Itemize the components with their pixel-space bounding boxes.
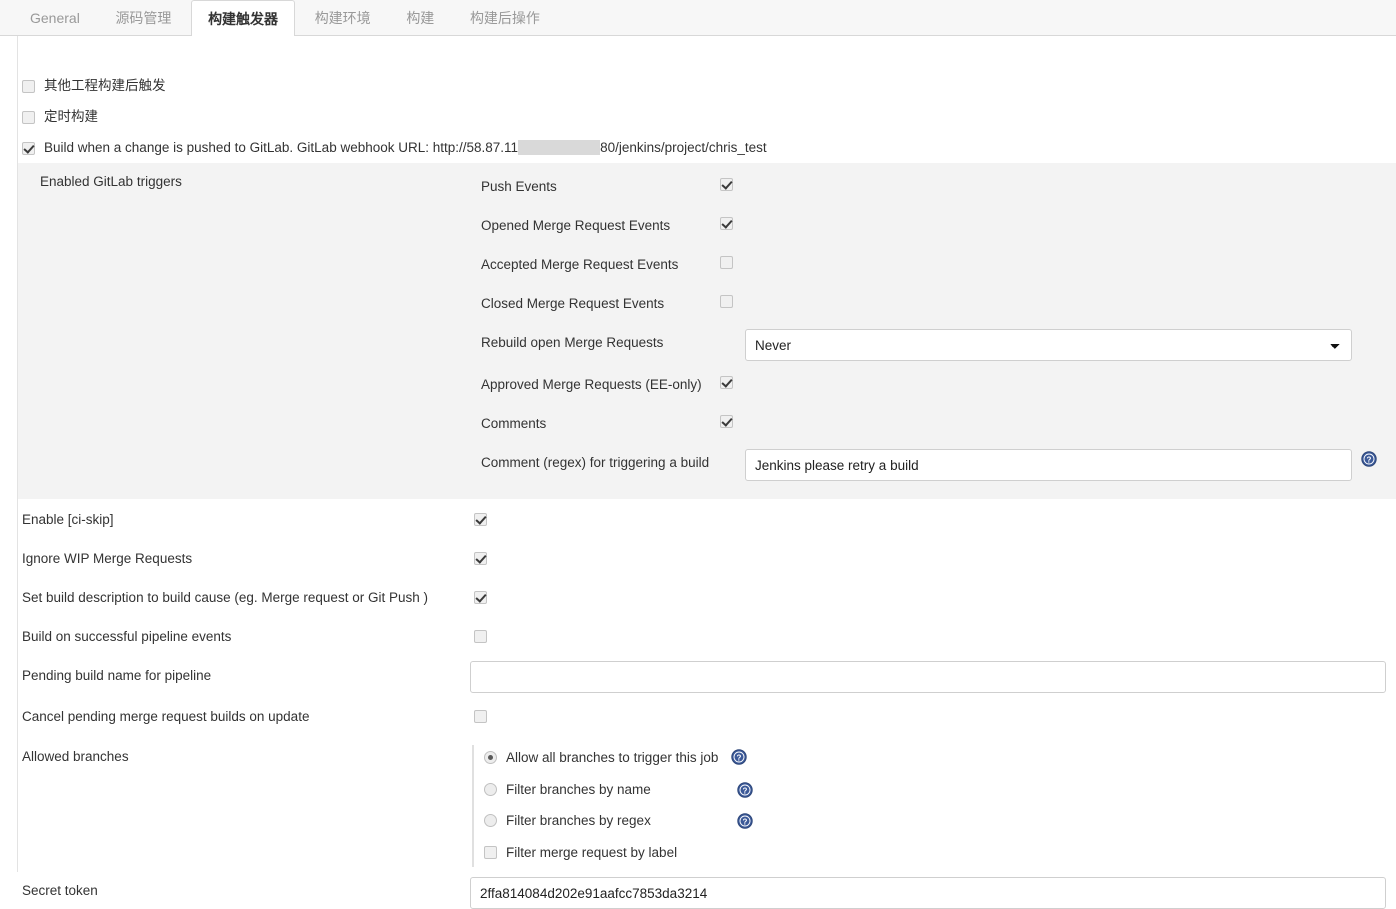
label-accepted-merge-request-events: Accepted Merge Request Events: [481, 257, 679, 272]
enabled-gitlab-triggers-label: Enabled GitLab triggers: [40, 174, 182, 189]
row-enable-ci-skip: Enable [ci-skip]: [22, 509, 114, 531]
label-ignore-wip-merge-requests: Ignore WIP Merge Requests: [22, 551, 193, 566]
input-secret-token[interactable]: [470, 877, 1386, 909]
checkbox-filter-merge-request-by-label[interactable]: [484, 846, 497, 859]
svg-text:?: ?: [743, 818, 748, 827]
label-approved-merge-requests: Approved Merge Requests (EE-only): [481, 377, 702, 392]
label-filter-merge-request-by-label: Filter merge request by label: [506, 845, 678, 860]
checkbox-closed-merge-request-events[interactable]: [720, 295, 733, 308]
checkbox-opened-merge-request-events[interactable]: [720, 217, 733, 230]
label-push-events: Push Events: [481, 179, 557, 194]
checkbox-cancel-pending-merge-request-builds[interactable]: [474, 710, 487, 723]
radio-filter-branches-by-name[interactable]: [484, 783, 497, 796]
checkbox-push-events[interactable]: [720, 178, 733, 191]
tab-build-triggers[interactable]: 构建触发器: [191, 0, 296, 37]
trigger-row-build-periodically[interactable]: 定时构建: [22, 107, 98, 127]
label-secret-token: Secret token: [22, 883, 98, 898]
radio-filter-branches-by-regex[interactable]: [484, 814, 497, 827]
label-set-build-description: Set build description to build cause (eg…: [22, 590, 428, 605]
tab-build-environment[interactable]: 构建环境: [299, 0, 387, 36]
row-opened-merge-request-events: Opened Merge Request Events: [481, 215, 733, 237]
row-rebuild-open-merge-requests: Rebuild open Merge Requests: [481, 332, 720, 354]
label-allow-all-branches: Allow all branches to trigger this job: [506, 750, 719, 765]
input-pending-build-name[interactable]: [470, 661, 1386, 693]
trigger-label-gitlab-webhook-suffix: 80/jenkins/project/chris_test: [600, 140, 767, 155]
label-rebuild-open-merge-requests: Rebuild open Merge Requests: [481, 335, 664, 350]
row-cancel-pending-merge-request-builds: Cancel pending merge request builds on u…: [22, 706, 309, 728]
checkbox-comments[interactable]: [720, 415, 733, 428]
input-comment-regex[interactable]: [745, 449, 1352, 481]
config-tab-bar: General 源码管理 构建触发器 构建环境 构建 构建后操作: [0, 0, 1396, 37]
radio-row-allow-all-branches[interactable]: Allow all branches to trigger this job ?: [484, 747, 747, 769]
label-filter-branches-by-name: Filter branches by name: [506, 782, 651, 797]
help-icon-comment-regex[interactable]: ?: [1361, 451, 1377, 467]
svg-text:?: ?: [743, 787, 748, 796]
trigger-label-build-periodically: 定时构建: [44, 109, 98, 124]
row-build-on-successful-pipeline: Build on successful pipeline events: [22, 626, 231, 648]
row-ignore-wip-merge-requests: Ignore WIP Merge Requests: [22, 548, 192, 570]
row-pending-build-name: Pending build name for pipeline: [22, 665, 211, 687]
label-closed-merge-request-events: Closed Merge Request Events: [481, 296, 665, 311]
redacted-ip-block: [518, 140, 601, 155]
trigger-row-gitlab-webhook[interactable]: Build when a change is pushed to GitLab.…: [22, 138, 767, 158]
row-secret-token: Secret token: [22, 880, 98, 902]
tab-build[interactable]: 构建: [390, 0, 450, 36]
tab-source-code-management[interactable]: 源码管理: [99, 0, 187, 36]
row-set-build-description: Set build description to build cause (eg…: [22, 587, 428, 609]
svg-text:?: ?: [737, 754, 742, 763]
radio-row-filter-branches-by-regex[interactable]: Filter branches by regex ?: [484, 810, 753, 832]
row-comments: Comments: [481, 413, 733, 435]
label-build-on-successful-pipeline: Build on successful pipeline events: [22, 629, 232, 644]
checkbox-accepted-merge-request-events[interactable]: [720, 256, 733, 269]
label-comment-regex: Comment (regex) for triggering a build: [481, 455, 710, 470]
svg-text:?: ?: [1367, 456, 1372, 465]
checkbox-enable-ci-skip[interactable]: [474, 513, 487, 526]
label-opened-merge-request-events: Opened Merge Request Events: [481, 218, 671, 233]
checkbox-build-periodically[interactable]: [22, 111, 35, 124]
checkbox-gitlab-webhook[interactable]: [22, 142, 35, 155]
row-push-events: Push Events: [481, 176, 733, 198]
checkbox-build-on-successful-pipeline[interactable]: [474, 630, 487, 643]
label-allowed-branches: Allowed branches: [22, 749, 129, 764]
label-comments: Comments: [481, 416, 547, 431]
tab-post-build-actions[interactable]: 构建后操作: [454, 0, 556, 36]
radio-row-filter-branches-by-name[interactable]: Filter branches by name ?: [484, 779, 753, 801]
allowed-branches-divider: [472, 745, 474, 867]
label-enable-ci-skip: Enable [ci-skip]: [22, 512, 114, 527]
select-rebuild-open-merge-requests[interactable]: Never: [745, 329, 1352, 361]
row-accepted-merge-request-events: Accepted Merge Request Events: [481, 254, 733, 276]
label-filter-branches-by-regex: Filter branches by regex: [506, 813, 651, 828]
trigger-label-build-after-other-projects: 其他工程构建后触发: [44, 78, 166, 93]
label-cancel-pending-merge-request-builds: Cancel pending merge request builds on u…: [22, 709, 310, 724]
tab-general[interactable]: General: [14, 0, 96, 36]
checkbox-build-after-other-projects[interactable]: [22, 80, 35, 93]
help-icon-filter-branches-by-name[interactable]: ?: [737, 782, 753, 798]
help-icon-filter-branches-by-regex[interactable]: ?: [737, 813, 753, 829]
build-triggers-form: 其他工程构建后触发 定时构建 Build when a change is pu…: [0, 36, 1396, 909]
trigger-row-build-after-other-projects[interactable]: 其他工程构建后触发: [22, 76, 166, 96]
row-comment-regex: Comment (regex) for triggering a build: [481, 452, 720, 474]
checkbox-row-filter-merge-request-by-label[interactable]: Filter merge request by label: [484, 842, 677, 864]
row-approved-merge-requests: Approved Merge Requests (EE-only): [481, 374, 733, 396]
checkbox-approved-merge-requests[interactable]: [720, 376, 733, 389]
help-icon-allow-all-branches[interactable]: ?: [731, 749, 747, 765]
trigger-label-gitlab-webhook-prefix: Build when a change is pushed to GitLab.…: [44, 140, 519, 155]
label-pending-build-name: Pending build name for pipeline: [22, 668, 212, 683]
radio-allow-all-branches[interactable]: [484, 751, 497, 764]
checkbox-ignore-wip-merge-requests[interactable]: [474, 552, 487, 565]
checkbox-set-build-description[interactable]: [474, 591, 487, 604]
row-closed-merge-request-events: Closed Merge Request Events: [481, 293, 733, 315]
label-allowed-branches-group: Allowed branches: [22, 746, 129, 768]
